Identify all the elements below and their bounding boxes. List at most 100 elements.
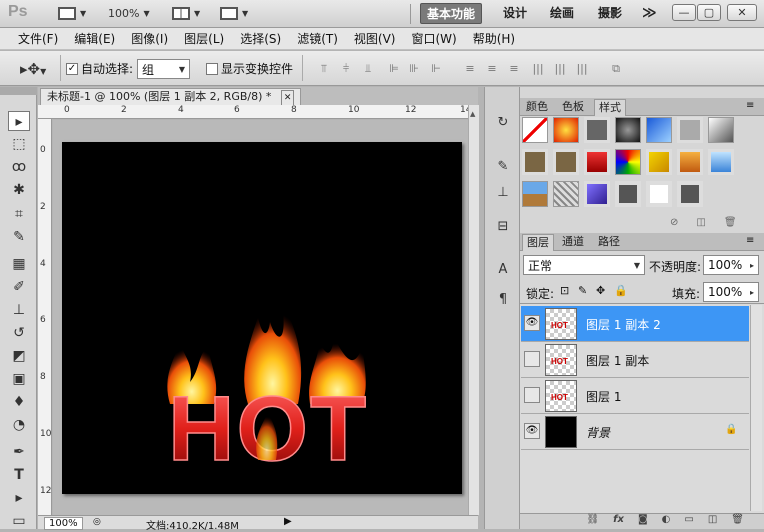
align-top-icon[interactable]: ⫪ — [316, 62, 332, 76]
new-layer-icon[interactable]: ◫ — [708, 514, 717, 529]
workspace-photography[interactable]: 摄影 — [592, 3, 628, 24]
style-swatch[interactable] — [646, 117, 672, 143]
align-vcenter-icon[interactable]: ⫩ — [338, 62, 354, 76]
style-swatch[interactable] — [615, 149, 641, 175]
brushes-panel-icon[interactable]: ✎ — [493, 159, 513, 177]
document-canvas[interactable]: HOT — [62, 142, 462, 494]
style-swatch[interactable] — [584, 117, 610, 143]
move-tool-preset-icon[interactable]: ▸✥▼ — [20, 60, 46, 78]
style-swatch[interactable] — [584, 149, 610, 175]
maximize-button[interactable]: ▢ — [697, 4, 721, 21]
launch-bridge-button[interactable]: ▼ — [58, 4, 86, 22]
style-swatch[interactable] — [646, 149, 672, 175]
tab-layers[interactable]: 图层 — [522, 234, 554, 251]
layer-row-background[interactable]: 👁 背景 🔒 — [521, 414, 749, 450]
align-hcenter-icon[interactable]: ⊪ — [406, 62, 422, 76]
character-panel-icon[interactable]: A — [493, 262, 513, 280]
style-swatch-none[interactable] — [522, 117, 548, 143]
panel-menu-icon[interactable]: ≡ — [746, 100, 754, 111]
layer-row-copy[interactable]: HOT 图层 1 副本 — [521, 342, 749, 378]
minimize-button[interactable]: — — [672, 4, 696, 21]
panel-menu-icon[interactable]: ≡ — [746, 235, 754, 246]
style-swatch[interactable] — [615, 181, 641, 207]
style-swatch[interactable] — [677, 181, 703, 207]
lasso-tool-icon[interactable]: ꝏ — [8, 157, 30, 177]
visibility-toggle-empty[interactable] — [524, 351, 540, 367]
arrange-documents-button[interactable]: ▼ — [172, 4, 200, 22]
tool-presets-panel-icon[interactable]: ⊟ — [493, 219, 513, 237]
distribute-vcenter-icon[interactable]: ≡ — [484, 62, 500, 76]
style-swatch[interactable] — [553, 181, 579, 207]
vertical-scrollbar[interactable]: ▲ — [468, 105, 479, 515]
menu-image[interactable]: 图像(I) — [123, 30, 176, 47]
workspace-design[interactable]: 设计 — [497, 3, 533, 24]
eraser-tool-icon[interactable]: ◩ — [8, 346, 30, 366]
delete-layer-icon[interactable]: 🗑 — [731, 514, 744, 529]
menu-layer[interactable]: 图层(L) — [176, 30, 232, 47]
lock-transparent-icon[interactable]: ⊡ — [560, 284, 569, 297]
distribute-right-icon[interactable]: ||| — [574, 62, 590, 76]
visibility-toggle-empty[interactable] — [524, 387, 540, 403]
blur-tool-icon[interactable]: ♦ — [8, 392, 30, 412]
layer-style-icon[interactable]: fx — [613, 514, 624, 529]
close-button[interactable]: ✕ — [727, 4, 757, 21]
eyedropper-tool-icon[interactable]: ✎ — [8, 227, 30, 247]
style-swatch[interactable] — [522, 149, 548, 175]
align-bottom-icon[interactable]: ⫫ — [360, 62, 376, 76]
status-menu-arrow-icon[interactable]: ▶ — [284, 516, 292, 527]
align-left-icon[interactable]: ⊫ — [386, 62, 402, 76]
marquee-tool-icon[interactable]: ⬚ — [8, 134, 30, 154]
link-layers-icon[interactable]: ⛓ — [586, 514, 599, 529]
visibility-eye-icon[interactable]: 👁 — [524, 315, 540, 331]
align-right-icon[interactable]: ⊩ — [428, 62, 444, 76]
path-select-tool-icon[interactable]: ▸ — [8, 488, 30, 508]
menu-view[interactable]: 视图(V) — [346, 30, 404, 47]
style-swatch[interactable] — [584, 181, 610, 207]
shape-tool-icon[interactable]: ▭ — [8, 511, 30, 531]
style-swatch[interactable] — [553, 149, 579, 175]
tools-panel-grip[interactable] — [0, 87, 37, 95]
status-zoom[interactable]: 100% — [44, 517, 83, 530]
more-workspaces-button[interactable]: ≫ — [636, 3, 663, 24]
style-swatch[interactable] — [677, 117, 703, 143]
distribute-left-icon[interactable]: ||| — [530, 62, 546, 76]
layers-scrollbar[interactable] — [750, 305, 762, 511]
history-panel-icon[interactable]: ↻ — [493, 115, 513, 133]
dodge-tool-icon[interactable]: ◔ — [8, 415, 30, 435]
style-swatch[interactable] — [522, 181, 548, 207]
tab-color[interactable]: 颜色 — [522, 99, 552, 116]
auto-align-icon[interactable]: ⧉ — [608, 62, 624, 76]
lock-pixels-icon[interactable]: ✎ — [578, 284, 587, 297]
distribute-top-icon[interactable]: ≡ — [462, 62, 478, 76]
style-swatch[interactable] — [615, 117, 641, 143]
type-tool-icon[interactable]: T — [8, 465, 30, 485]
tab-paths[interactable]: 路径 — [594, 234, 624, 251]
workspace-painting[interactable]: 绘画 — [544, 3, 580, 24]
show-transform-checkbox[interactable] — [206, 62, 218, 75]
workspace-essentials[interactable]: 基本功能 — [420, 3, 483, 24]
clone-source-panel-icon[interactable]: ⊥ — [493, 185, 513, 203]
adjustment-layer-icon[interactable]: ◐ — [662, 514, 671, 529]
visibility-eye-icon[interactable]: 👁 — [524, 423, 540, 439]
crop-tool-icon[interactable]: ⌗ — [8, 204, 30, 224]
menu-select[interactable]: 选择(S) — [232, 30, 289, 47]
lock-position-icon[interactable]: ✥ — [596, 284, 605, 297]
opacity-input[interactable]: 100% ▸ — [703, 255, 759, 275]
style-swatch[interactable] — [708, 149, 734, 175]
layer-row-1[interactable]: HOT 图层 1 — [521, 378, 749, 414]
clear-style-icon[interactable]: ⊘ — [670, 217, 678, 228]
menu-file[interactable]: 文件(F) — [10, 30, 66, 47]
quick-select-tool-icon[interactable]: ✱ — [8, 180, 30, 200]
menu-filter[interactable]: 滤镜(T) — [289, 30, 346, 47]
lock-all-icon[interactable]: 🔒 — [614, 284, 628, 297]
scroll-up-icon[interactable]: ▲ — [470, 110, 478, 120]
auto-select-dropdown[interactable]: 组 ▼ — [137, 59, 190, 79]
auto-select-checkbox[interactable]: ✓ — [66, 62, 78, 75]
tab-swatches[interactable]: 色板 — [558, 99, 588, 116]
layer-row-copy-2[interactable]: 👁 HOT 图层 1 副本 2 — [521, 306, 749, 342]
screen-mode-button[interactable]: ▼ — [220, 4, 248, 22]
add-mask-icon[interactable]: ◙ — [638, 514, 648, 529]
move-tool-icon[interactable]: ▸ — [8, 111, 30, 131]
paragraph-panel-icon[interactable]: ¶ — [493, 292, 513, 310]
tab-styles[interactable]: 样式 — [594, 99, 626, 116]
